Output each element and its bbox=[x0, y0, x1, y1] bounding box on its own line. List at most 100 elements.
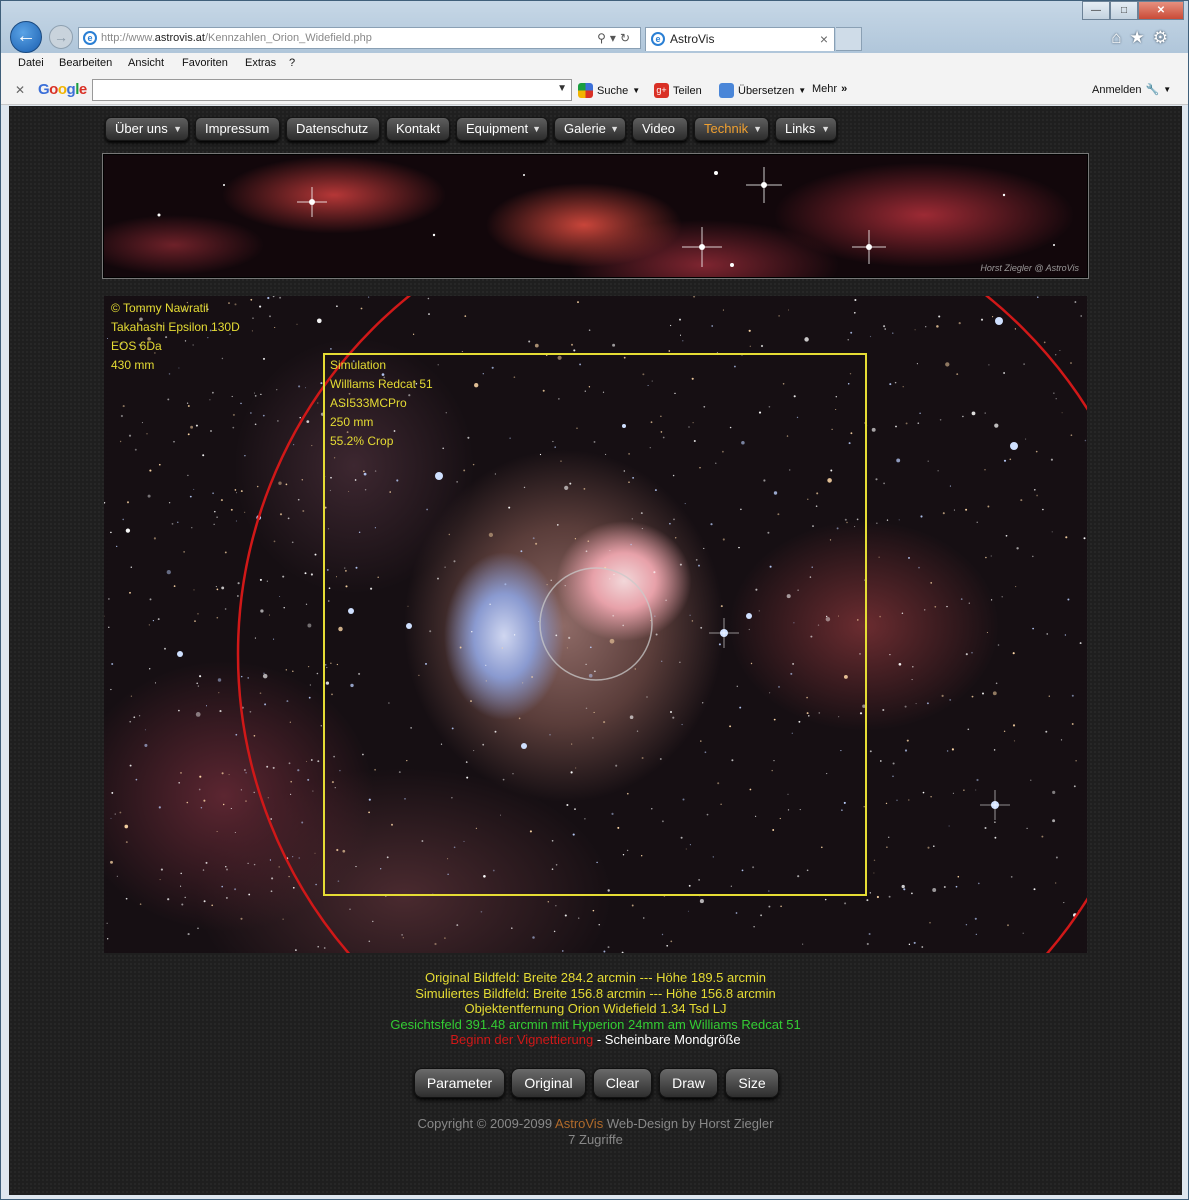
signin-button[interactable]: Anmelden 🔧 ▼ bbox=[1092, 83, 1171, 97]
nav-label: Impressum bbox=[205, 121, 270, 136]
toolbar-icons: ⌂★⚙ bbox=[1111, 28, 1176, 48]
more-label: Mehr bbox=[812, 83, 838, 95]
dropdown-arrow-icon: ▼ bbox=[753, 124, 762, 134]
url-path: /Kennzahlen_Orion_Widefield.php bbox=[204, 32, 372, 44]
share-button[interactable]: g+ Teilen bbox=[654, 83, 702, 98]
simulated-field-text: Simuliertes Bildfeld: Breite 156.8 arcmi… bbox=[415, 985, 776, 1001]
menu-extras[interactable]: Extras bbox=[245, 57, 276, 69]
fov-text: Gesichtsfeld 391.48 arcmin mit Hyperion … bbox=[390, 1016, 801, 1032]
google-search-input[interactable]: ▼ bbox=[92, 79, 572, 101]
nav-technik[interactable]: Technik ▼ bbox=[694, 117, 769, 141]
dropdown-arrow-icon: ▼ bbox=[610, 124, 619, 134]
nav-label: Galerie bbox=[564, 121, 606, 136]
nav-label: Technik bbox=[704, 121, 749, 136]
dropdown-arrow-icon: ▼ bbox=[173, 124, 182, 134]
sim-camera: ASI533MCPro bbox=[330, 396, 407, 410]
sim-telescope: Williams Redcat 51 bbox=[330, 377, 433, 391]
google-logo: Google bbox=[38, 81, 87, 98]
sim-focal-length: 250 mm bbox=[330, 415, 374, 429]
url-domain: astrovis.at bbox=[154, 32, 205, 44]
close-window-button[interactable]: ✕ bbox=[1138, 1, 1184, 20]
back-button[interactable]: ← bbox=[10, 21, 42, 53]
tab-title: AstroVis bbox=[670, 32, 715, 46]
simulation-caption: Simulation Williams Redcat 51 ASI533MCPr… bbox=[330, 356, 433, 451]
nav-links[interactable]: Links ▼ bbox=[775, 117, 837, 141]
nav-impressum[interactable]: Impressum bbox=[195, 117, 280, 141]
translate-button[interactable]: Übersetzen ▼ bbox=[719, 83, 806, 98]
copyright-text: Copyright © 2009-2099 bbox=[417, 1116, 556, 1131]
nav-datenschutz[interactable]: Datenschutz bbox=[286, 117, 380, 141]
address-tools-icon[interactable]: ⚲▾↻ bbox=[597, 28, 634, 48]
maximize-button[interactable]: □ bbox=[1110, 1, 1138, 20]
wrench-icon[interactable]: 🔧 bbox=[1146, 83, 1160, 96]
original-field-text: Original Bildfeld: Breite 284.2 arcmin -… bbox=[424, 970, 767, 985]
copyright-line: Copyright © 2009-2099 AstroVis Web-Desig… bbox=[9, 1116, 1182, 1132]
legend-separator: - bbox=[593, 1032, 605, 1047]
browser-window: ← → e http://www.astrovis.at/Kennzahlen_… bbox=[0, 0, 1189, 1200]
size-button[interactable]: Size bbox=[725, 1068, 779, 1098]
caption-focal-length: 430 mm bbox=[111, 358, 155, 372]
vignette-legend: Beginn der Vignettierung bbox=[450, 1032, 594, 1047]
legend-line: Beginn der Vignettierung - Scheinbare Mo… bbox=[9, 1032, 1182, 1048]
tab-ie-icon: e bbox=[651, 32, 665, 46]
clear-button[interactable]: Clear bbox=[593, 1068, 652, 1098]
home-icon[interactable]: ⌂ bbox=[1111, 28, 1129, 47]
gear-icon[interactable]: ⚙ bbox=[1153, 28, 1176, 47]
menu-bearbeiten[interactable]: Bearbeiten bbox=[59, 57, 112, 69]
search-label: Suche bbox=[597, 84, 629, 97]
parameter-button[interactable]: Parameter bbox=[414, 1068, 505, 1098]
tab-close-icon[interactable]: × bbox=[820, 28, 828, 50]
menu-favoriten[interactable]: Favoriten bbox=[182, 57, 228, 69]
nav-label: Kontakt bbox=[396, 121, 441, 136]
double-chevron-icon: » bbox=[841, 83, 848, 95]
google-toolbar: ✕ Google ▼ Suche ▼ g+ Teilen Übersetzen ▼ … bbox=[1, 75, 1188, 105]
dropdown-arrow-icon: ▼ bbox=[821, 124, 830, 134]
astro-image[interactable]: © Tommy Nawratil Takahashi Epsilon 130D … bbox=[104, 296, 1087, 953]
close-toolbar-icon[interactable]: ✕ bbox=[15, 83, 25, 97]
nav-video[interactable]: Video bbox=[632, 117, 688, 141]
footer-brand-link[interactable]: AstroVis bbox=[555, 1116, 603, 1131]
signin-label: Anmelden bbox=[1092, 83, 1142, 96]
address-bar[interactable]: e http://www.astrovis.at/Kennzahlen_Orio… bbox=[78, 27, 641, 49]
visit-counter: 7 Zugriffe bbox=[568, 1132, 623, 1147]
field-info: Original Bildfeld: Breite 284.2 arcmin -… bbox=[9, 970, 1182, 1048]
share-icon: g+ bbox=[654, 83, 669, 98]
banner-signature: Horst Ziegler @ AstroVis bbox=[980, 263, 1079, 273]
footer: Copyright © 2009-2099 AstroVis Web-Desig… bbox=[9, 1116, 1182, 1148]
nav-label: Links bbox=[785, 121, 816, 136]
title-bar: ← → e http://www.astrovis.at/Kennzahlen_… bbox=[1, 1, 1188, 53]
window-controls: — □ ✕ bbox=[1082, 1, 1184, 21]
nav-label: Video bbox=[642, 121, 676, 136]
nav-kontakt[interactable]: Kontakt bbox=[386, 117, 450, 141]
header-banner: Horst Ziegler @ AstroVis bbox=[102, 153, 1089, 279]
nav-label: Equipment bbox=[466, 121, 529, 136]
chevron-down-icon[interactable]: ▼ bbox=[557, 83, 567, 94]
minimize-button[interactable]: — bbox=[1082, 1, 1110, 20]
nav-label: Datenschutz bbox=[296, 121, 369, 136]
page-content: Über uns ▼ Impressum Datenschutz Kontakt … bbox=[9, 106, 1182, 1195]
caption-credit: © Tommy Nawratil bbox=[111, 301, 209, 315]
menu-bar: Datei Bearbeiten Ansicht Favoriten Extra… bbox=[1, 53, 1188, 75]
menu-ansicht[interactable]: Ansicht bbox=[128, 57, 164, 69]
more-button[interactable]: Mehr» bbox=[812, 83, 847, 95]
translate-icon bbox=[719, 83, 734, 98]
starfield bbox=[104, 296, 1087, 953]
image-caption: © Tommy Nawratil Takahashi Epsilon 130D … bbox=[111, 299, 240, 375]
nav-ueber-uns[interactable]: Über uns ▼ bbox=[105, 117, 189, 141]
moon-legend: Scheinbare Mondgröße bbox=[604, 1032, 741, 1047]
nav-equipment[interactable]: Equipment ▼ bbox=[456, 117, 548, 141]
caption-telescope: Takahashi Epsilon 130D bbox=[111, 320, 240, 334]
ie-page-icon: e bbox=[83, 31, 97, 45]
new-tab-button[interactable] bbox=[836, 27, 862, 51]
original-button[interactable]: Original bbox=[511, 1068, 586, 1098]
draw-button[interactable]: Draw bbox=[659, 1068, 718, 1098]
google-search-button[interactable]: Suche ▼ bbox=[578, 83, 640, 98]
menu-datei[interactable]: Datei bbox=[18, 57, 44, 69]
moon-size-circle bbox=[539, 567, 653, 681]
banner-image: Horst Ziegler @ AstroVis bbox=[104, 155, 1087, 277]
menu-help[interactable]: ? bbox=[289, 57, 295, 69]
favorites-star-icon[interactable]: ★ bbox=[1130, 28, 1153, 47]
forward-button[interactable]: → bbox=[49, 25, 73, 49]
nav-galerie[interactable]: Galerie ▼ bbox=[554, 117, 626, 141]
tab-astrovis[interactable]: e AstroVis × bbox=[645, 27, 835, 51]
